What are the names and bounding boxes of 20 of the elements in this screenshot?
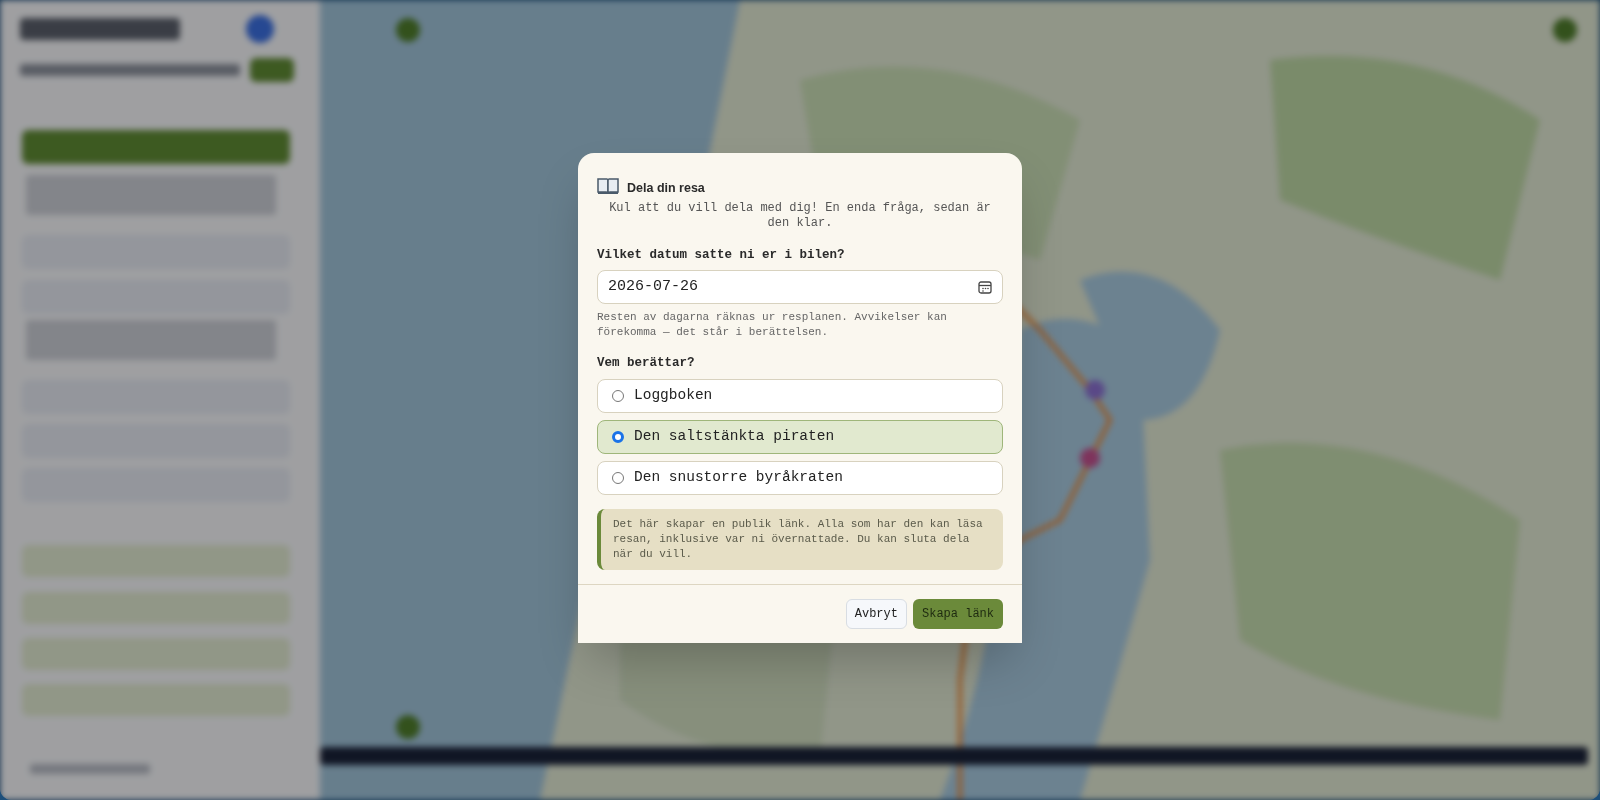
create-link-button[interactable]: Skapa länk	[913, 599, 1003, 630]
date-label: Vilket datum satte ni er i bilen?	[597, 246, 846, 264]
radio-button[interactable]	[612, 431, 624, 444]
calendar-icon[interactable]	[978, 280, 992, 295]
date-field[interactable]: 2026-07-26	[597, 270, 1003, 305]
privacy-notice: Det här skapar en publik länk. Alla som har den kan läsa resan, inklusive var ni övernattade. Du kan sluta dela när du vill.	[597, 509, 1003, 571]
option-label: Loggboken	[634, 386, 713, 406]
book-icon	[597, 177, 619, 196]
narrator-option[interactable]: Loggboken	[597, 379, 1003, 414]
cancel-button[interactable]: Avbryt	[845, 599, 907, 630]
narrator-label: Vem berättar?	[597, 355, 696, 373]
option-label: Den saltstänkta piraten	[634, 427, 835, 447]
dialog-subtitle: Kul att du vill dela med dig! En enda fråga, sedan är den klar.	[608, 200, 992, 231]
narrator-option[interactable]: Den snustorre byråkraten	[597, 461, 1003, 496]
option-label: Den snustorre byråkraten	[634, 468, 843, 488]
radio-button[interactable]	[612, 472, 624, 485]
date-hint: Resten av dagarna räknas ur resplanen. Avvikelser kan förekomma — det står i berättelsen.	[597, 310, 948, 341]
radio-button[interactable]	[612, 390, 624, 403]
narrator-option[interactable]: Den saltstänkta piraten	[597, 420, 1003, 455]
dialog-title: Dela din resa	[627, 179, 705, 197]
